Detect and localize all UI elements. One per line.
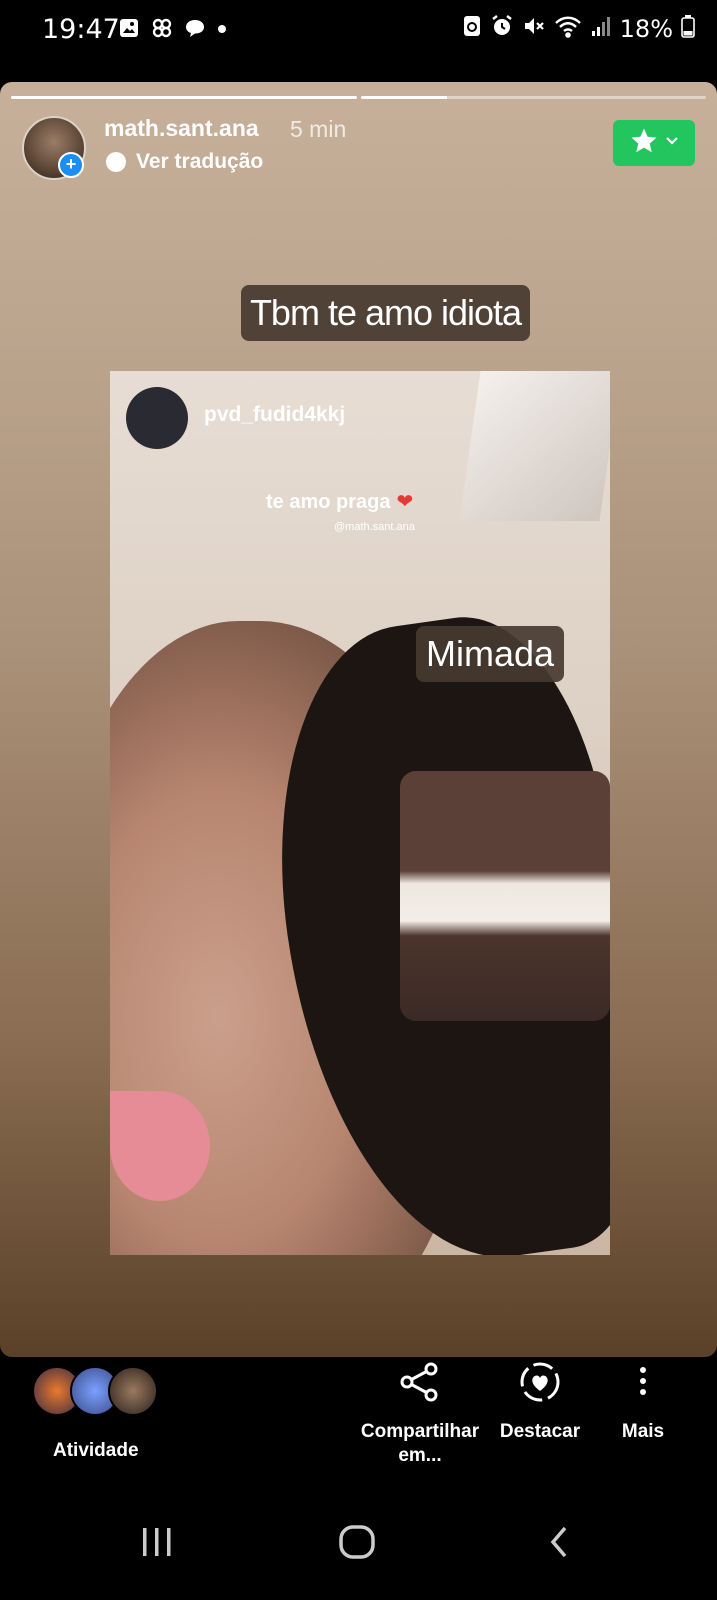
highlight-label: Destacar — [499, 1421, 581, 1442]
shared-post[interactable]: pvd_fudid4kkj te amo praga ❤ @math.sant.a… — [110, 371, 610, 1255]
gallery-icon — [118, 17, 140, 44]
shared-post-username[interactable]: pvd_fudid4kkj — [204, 403, 345, 427]
system-icons: 18% — [462, 14, 695, 44]
status-time: 19:47 — [42, 14, 120, 45]
pinwheel-icon — [150, 16, 174, 45]
background-decoration — [459, 371, 610, 521]
star-icon — [629, 126, 659, 161]
navigation-bar — [0, 1500, 717, 1600]
favorite-button[interactable] — [613, 120, 695, 166]
translate-icon — [106, 152, 126, 172]
signal-icon — [590, 14, 612, 44]
more-button[interactable]: Mais — [605, 1360, 681, 1444]
avatar — [108, 1366, 158, 1416]
progress-segment — [11, 96, 357, 99]
photo-cup — [400, 771, 610, 1021]
notification-icons — [118, 16, 228, 45]
battery-icon — [681, 14, 695, 44]
battery-percent: 18% — [619, 15, 673, 43]
progress-fill — [360, 96, 447, 99]
sync-icon — [462, 14, 482, 44]
share-label-more: em... — [398, 1445, 442, 1466]
share-button[interactable]: Compartilhar em... — [355, 1360, 485, 1468]
dot-icon — [216, 17, 228, 44]
heart-icon: ❤ — [396, 491, 414, 513]
alarm-icon — [490, 14, 514, 44]
story-view[interactable]: + math.sant.ana 5 min Ver tradução Tbm t… — [0, 82, 717, 1357]
shared-post-text: te amo praga ❤ — [266, 489, 413, 514]
story-username[interactable]: math.sant.ana — [104, 115, 259, 142]
story-time: 5 min — [290, 116, 347, 142]
progress-segment — [360, 96, 706, 99]
story-caption: Tbm te amo idiota — [241, 285, 530, 341]
status-bar: 19:47 18% — [0, 0, 717, 60]
more-vertical-icon — [621, 1367, 665, 1409]
mute-icon — [522, 14, 546, 44]
translate-button[interactable]: Ver tradução — [106, 150, 263, 174]
highlight-heart-icon — [518, 1362, 562, 1409]
wifi-icon — [554, 14, 582, 44]
recents-icon[interactable] — [139, 1522, 175, 1567]
shared-post-text-label: te amo praga — [266, 491, 391, 513]
photo-tongue — [110, 1091, 210, 1201]
story-progress — [11, 96, 706, 100]
chat-bubble-icon — [184, 17, 206, 44]
more-label: Mais — [621, 1421, 665, 1442]
shared-post-mention[interactable]: @math.sant.ana — [334, 521, 415, 533]
share-label: Compartilhar — [360, 1421, 480, 1442]
shared-post-caption: Mimada — [416, 626, 564, 682]
activity-button[interactable]: Atividade — [53, 1440, 139, 1462]
chevron-down-icon — [665, 134, 679, 153]
shared-post-avatar[interactable] — [126, 387, 188, 449]
add-story-icon[interactable]: + — [58, 152, 84, 178]
activity-avatars[interactable] — [32, 1366, 158, 1416]
share-icon — [398, 1362, 442, 1409]
story-actions: Atividade Compartilhar em... Destacar Mai… — [0, 1360, 717, 1480]
back-icon[interactable] — [545, 1522, 575, 1567]
highlight-button[interactable]: Destacar — [490, 1360, 590, 1444]
home-icon[interactable] — [337, 1522, 377, 1567]
progress-fill — [11, 96, 357, 99]
translate-label: Ver tradução — [136, 150, 264, 173]
